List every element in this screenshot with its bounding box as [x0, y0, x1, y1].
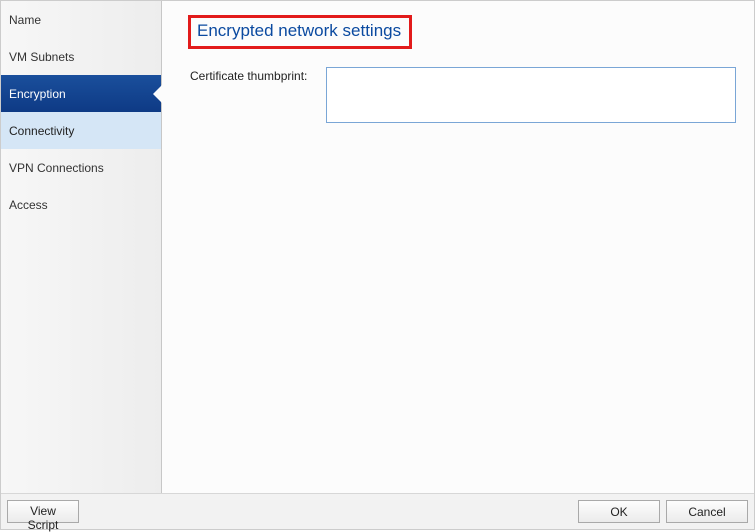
sidebar-item-label: Connectivity — [9, 124, 74, 138]
sidebar-item-name[interactable]: Name — [1, 1, 161, 38]
panel-title: Encrypted network settings — [197, 21, 401, 41]
sidebar-item-label: Name — [9, 13, 41, 27]
ok-button[interactable]: OK — [578, 500, 660, 523]
thumbprint-row: Certificate thumbprint: — [190, 67, 736, 123]
bottom-bar: View Script OK Cancel — [1, 493, 754, 529]
sidebar-item-connectivity[interactable]: Connectivity — [1, 112, 161, 149]
sidebar-item-vpn-connections[interactable]: VPN Connections — [1, 149, 161, 186]
sidebar-item-label: VPN Connections — [9, 161, 104, 175]
sidebar-item-label: VM Subnets — [9, 50, 74, 64]
thumbprint-label: Certificate thumbprint: — [190, 67, 318, 83]
sidebar-item-label: Encryption — [9, 87, 66, 101]
content-area: Name VM Subnets Encryption Connectivity … — [1, 1, 754, 493]
thumbprint-input[interactable] — [326, 67, 736, 123]
view-script-button[interactable]: View Script — [7, 500, 79, 523]
sidebar-item-vm-subnets[interactable]: VM Subnets — [1, 38, 161, 75]
cancel-button[interactable]: Cancel — [666, 500, 748, 523]
main-panel: Encrypted network settings Certificate t… — [162, 1, 754, 493]
sidebar-item-label: Access — [9, 198, 48, 212]
sidebar: Name VM Subnets Encryption Connectivity … — [1, 1, 162, 493]
panel-title-highlight: Encrypted network settings — [188, 15, 412, 49]
sidebar-item-encryption[interactable]: Encryption — [1, 75, 161, 112]
sidebar-item-access[interactable]: Access — [1, 186, 161, 223]
